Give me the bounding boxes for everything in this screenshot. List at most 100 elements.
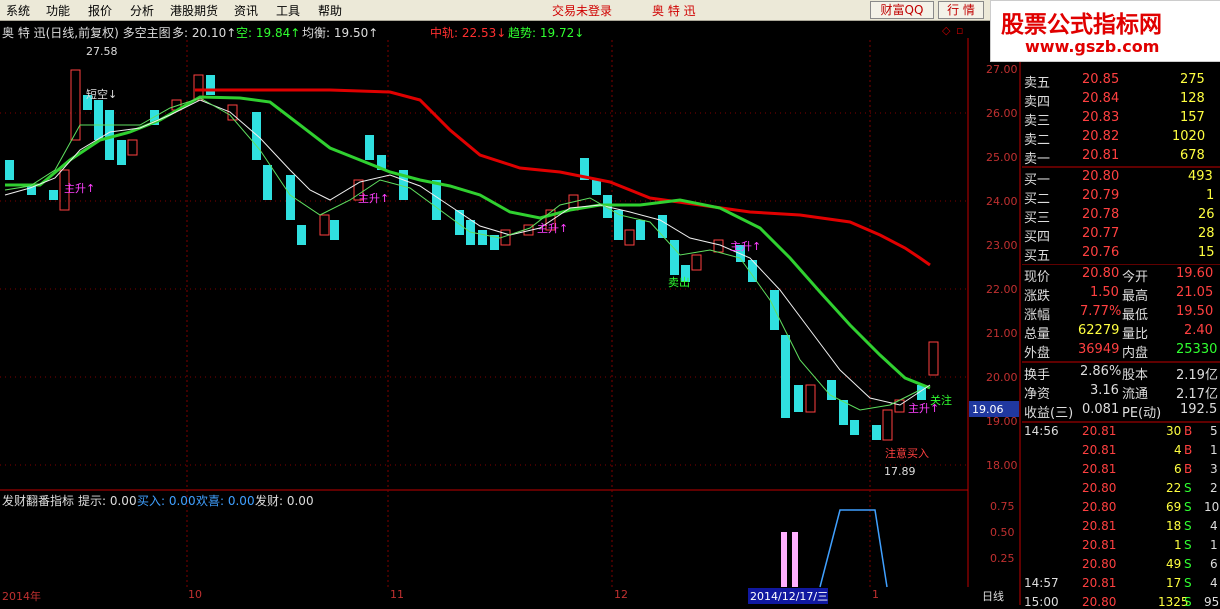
fund-shouyi-label: 收益(三) [1024,406,1074,421]
tick-count: 1 [1210,443,1218,457]
tick-direction: B [1184,443,1193,457]
sub-axis-075: 0.75 [990,500,1015,513]
sell4-price: 20.84 [1082,91,1120,106]
tick-direction: S [1184,557,1192,571]
price-axis-22: 22.00 [986,283,1018,296]
buy3-vol: 26 [1198,207,1215,222]
zhusheng-label-3: 主升↑ [537,222,569,235]
tick-time: 14:57 [1024,576,1059,590]
buy1-price: 20.80 [1082,169,1120,184]
diamond-icon[interactable]: ◇ [942,24,950,37]
fund-jingzi-label: 净资 [1024,387,1051,402]
tick-direction: S [1184,500,1192,514]
candle [882,409,893,441]
menu-tools[interactable]: 工具 [276,2,300,19]
market-button[interactable]: 行 情 [938,1,984,19]
candle [928,341,939,376]
watermark-title: 股票公式指标网 [1001,12,1162,38]
low-label: 17.89 [884,465,916,478]
candle [252,112,261,160]
candle [105,110,114,160]
tick-count: 5 [1210,424,1218,438]
tick-volume: 17 [1166,576,1182,590]
candle [330,220,339,240]
candle [781,335,790,418]
buy4-price: 20.77 [1082,226,1120,241]
tick-count: 2 [1210,481,1218,495]
buy1-label: 买一 [1024,173,1051,188]
price-axis-25: 25.00 [986,151,1018,164]
tick-count: 1 [1210,538,1218,552]
sub-axis-025: 0.25 [990,552,1015,565]
stat-zhangfu-value: 7.77% [1080,304,1122,319]
menu-system[interactable]: 系统 [6,2,30,19]
stat-zuigao-value: 21.05 [1176,285,1214,300]
fund-pe-value: 192.5 [1180,402,1218,417]
stat-zhangdie-value: 1.50 [1090,285,1119,300]
expand-icon[interactable]: ▫ [956,24,963,37]
tick-price: 20.81 [1082,443,1117,457]
menu-news[interactable]: 资讯 [234,2,258,19]
tick-direction: S [1184,481,1192,495]
tick-count: 95 [1204,595,1220,609]
tick-price: 20.80 [1082,595,1117,609]
menu-quote[interactable]: 报价 [88,2,112,19]
tick-price: 20.81 [1082,424,1117,438]
trade-status[interactable]: 交易未登录 [552,2,612,19]
candle [805,384,816,413]
stat-neipan-label: 内盘 [1122,346,1149,361]
candle [206,75,215,95]
date-label-2014: 2014年 [2,590,41,603]
period-label[interactable]: 日线 [982,588,1004,604]
price-axis-21: 21.00 [986,327,1018,340]
sell1-price: 20.81 [1082,148,1120,163]
menu-function[interactable]: 功能 [46,2,70,19]
candle [49,190,58,200]
tick-price: 20.81 [1082,576,1117,590]
candle [636,220,645,240]
caifu-qq-button[interactable]: 财富QQ [870,1,934,19]
sub-axis-050: 0.50 [990,526,1015,539]
buy5-vol: 15 [1198,245,1215,260]
buy5-label: 买五 [1024,249,1051,264]
menu-help[interactable]: 帮助 [318,2,342,19]
candle [5,160,14,180]
sell5-label: 卖五 [1024,76,1051,91]
tick-count: 4 [1210,576,1218,590]
price-axis-20: 20.00 [986,371,1018,384]
stat-zhangfu-label: 涨幅 [1024,308,1051,323]
facai-value: 发财: 0.00 [255,494,314,508]
tick-volume: 18 [1166,519,1182,533]
tick-volume: 1 [1174,538,1182,552]
maichu-label: 卖出 [668,276,690,289]
candle [592,180,601,195]
fund-huanshou-label: 换手 [1024,368,1051,383]
stat-xianjia-label: 现价 [1024,270,1051,285]
tick-time: 15:00 [1024,595,1059,609]
sell5-vol: 275 [1180,72,1205,87]
tick-direction: S [1184,595,1192,609]
stock-title: 奥 特 迅 [652,4,696,18]
tick-time: 14:56 [1024,424,1059,438]
menu-analysis[interactable]: 分析 [130,2,154,19]
candle [127,139,138,156]
menu-hk-futures[interactable]: 港股期货 [170,2,218,19]
tick-price: 20.80 [1082,481,1117,495]
sell1-vol: 678 [1180,148,1205,163]
candle [872,425,881,440]
date-label-10: 10 [188,588,202,601]
high-label: 27.58 [86,45,118,58]
watermark-url: www.gszb.com [1025,37,1160,56]
candle [263,165,272,200]
tick-count: 10 [1204,500,1220,514]
price-axis-27: 27.00 [986,63,1018,76]
sell4-vol: 128 [1180,91,1205,106]
stat-liangbi-value: 2.40 [1184,323,1213,338]
tick-price: 20.81 [1082,538,1117,552]
sell3-label: 卖三 [1024,114,1051,129]
sub-indicator [781,509,888,588]
candle [319,214,330,236]
stat-jinkai-value: 19.60 [1176,266,1214,281]
price-axis-18: 18.00 [986,459,1018,472]
fund-liutong-label: 流通 [1122,387,1149,402]
